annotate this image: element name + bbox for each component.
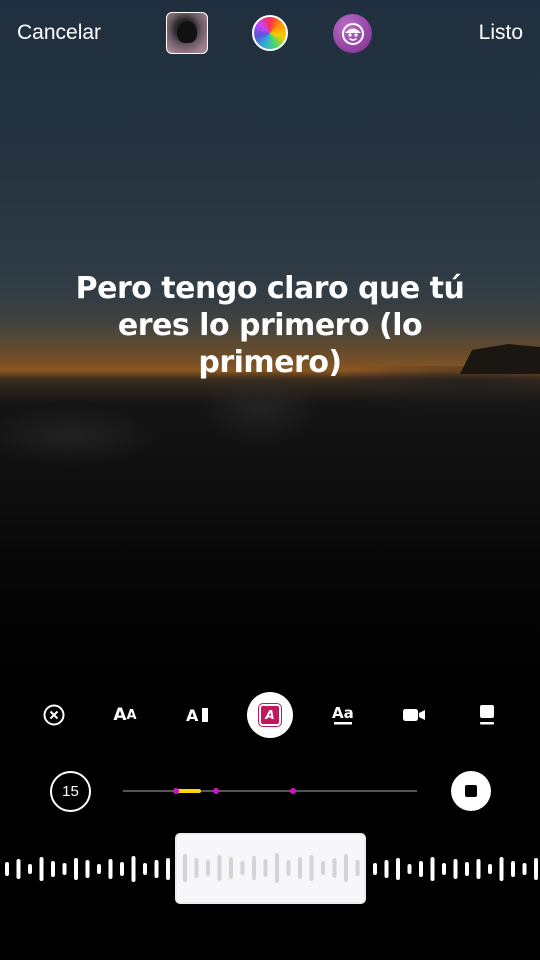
- waveform-bar: [74, 858, 78, 880]
- waveform-bar: [166, 858, 170, 880]
- waveform-bar: [16, 859, 21, 879]
- waveform-bar: [85, 860, 90, 878]
- highlight-style-icon[interactable]: A: [247, 692, 293, 738]
- waveform-bar: [5, 862, 9, 876]
- waveform-bar: [499, 857, 504, 881]
- waveform-bar: [373, 863, 377, 875]
- waveform-bar: [419, 861, 423, 877]
- selected-waveform-bar: [275, 853, 279, 883]
- selected-waveform-bar: [309, 855, 314, 881]
- waveform-bar: [534, 858, 538, 880]
- waveform-bar: [39, 857, 44, 881]
- waveform-bar: [143, 863, 147, 875]
- selected-waveform-bar: [321, 861, 325, 875]
- selected-waveform-bar: [217, 855, 222, 881]
- waveform-bar: [131, 856, 136, 882]
- duration-button[interactable]: 15: [50, 771, 91, 812]
- album-cover-icon[interactable]: [166, 12, 208, 54]
- horizon-silhouette: [0, 366, 540, 576]
- waveform-bar: [154, 860, 159, 878]
- selected-waveform-bar: [286, 860, 291, 876]
- face-effect-icon[interactable]: [333, 14, 372, 53]
- svg-text:A: A: [186, 706, 199, 724]
- video-icon[interactable]: [391, 692, 437, 738]
- selected-waveform-bar: [240, 861, 245, 875]
- lyrics-text[interactable]: Pero tengo claro que tú eres lo primero …: [60, 270, 480, 381]
- waveform-bar: [120, 862, 124, 876]
- clip-selector[interactable]: [175, 833, 366, 904]
- selected-waveform: [183, 853, 360, 883]
- svg-text:Aa: Aa: [332, 704, 354, 722]
- selected-waveform-bar: [206, 860, 210, 876]
- timeline-marker[interactable]: [290, 788, 296, 794]
- selected-waveform-bar: [229, 857, 233, 879]
- stop-icon: [465, 785, 477, 797]
- waveform-bar: [453, 859, 458, 879]
- waveform-bar: [384, 860, 389, 878]
- background-icon[interactable]: [464, 692, 510, 738]
- cancel-button[interactable]: Cancelar: [17, 21, 101, 45]
- waveform-bar: [465, 862, 469, 876]
- timeline-marker[interactable]: [213, 788, 219, 794]
- color-wheel-icon[interactable]: [252, 15, 288, 51]
- selected-waveform-bar: [263, 859, 268, 877]
- waveform-bar: [407, 864, 412, 874]
- selected-waveform-bar: [298, 857, 302, 879]
- waveform-bar: [62, 863, 67, 875]
- selected-waveform-bar: [355, 860, 360, 876]
- text-style-icon[interactable]: A: [176, 692, 222, 738]
- selected-waveform-bar: [252, 856, 256, 880]
- font-icon[interactable]: Aa: [320, 692, 366, 738]
- text-size-icon[interactable]: AA: [102, 692, 148, 738]
- timeline-track[interactable]: [123, 790, 417, 792]
- waveform-bar: [108, 859, 113, 879]
- selected-waveform-bar: [332, 858, 337, 878]
- timeline-marker[interactable]: [173, 788, 179, 794]
- selected-waveform-bar: [194, 858, 199, 878]
- style-toolbar: AA A A Aa: [0, 692, 540, 738]
- selected-waveform-bar: [344, 854, 348, 882]
- waveform-bar: [488, 864, 492, 874]
- waveform-bar: [51, 861, 55, 877]
- timeline-segment[interactable]: [177, 789, 201, 793]
- waveform-bar: [28, 864, 32, 874]
- waveform-bar: [430, 857, 435, 881]
- waveform-bar: [511, 861, 515, 877]
- waveform-bar: [476, 859, 481, 879]
- selected-waveform-bar: [183, 854, 187, 882]
- waveform-bar: [442, 863, 446, 875]
- remove-lyrics-icon[interactable]: [31, 692, 77, 738]
- stop-button[interactable]: [451, 771, 491, 811]
- waveform-bar: [396, 858, 400, 880]
- done-button[interactable]: Listo: [479, 21, 523, 45]
- waveform-bar: [522, 863, 527, 875]
- waveform-bar: [97, 864, 101, 874]
- top-bar: Cancelar Listo: [0, 0, 540, 66]
